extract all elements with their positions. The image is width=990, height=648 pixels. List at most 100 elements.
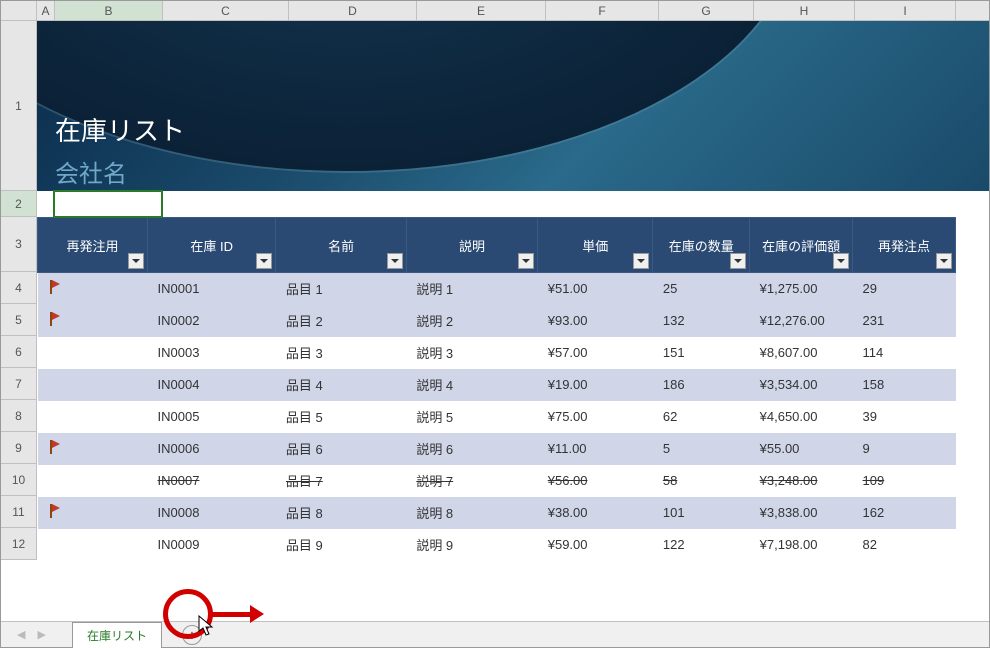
table-row[interactable]: IN0004品目 4説明 4¥19.00186¥3,534.00158 — [38, 369, 956, 401]
cell-reorder[interactable]: 158 — [853, 369, 956, 401]
cell-flag[interactable] — [38, 305, 148, 337]
cell-price[interactable]: ¥75.00 — [538, 401, 653, 433]
cell-flag[interactable] — [38, 529, 148, 561]
cell-id[interactable]: IN0007 — [148, 465, 276, 497]
filter-button[interactable] — [256, 253, 272, 269]
col-header-C[interactable]: C — [163, 1, 289, 20]
table-row[interactable]: IN0007品目 7説明 7¥56.0058¥3,248.00109 — [38, 465, 956, 497]
cell-price[interactable]: ¥56.00 — [538, 465, 653, 497]
cell-reorder[interactable]: 114 — [853, 337, 956, 369]
filter-button[interactable] — [833, 253, 849, 269]
row-header-2[interactable]: 2 — [1, 191, 37, 217]
cell-reorder[interactable]: 82 — [853, 529, 956, 561]
cell-id[interactable]: IN0008 — [148, 497, 276, 529]
row-header-4[interactable]: 4 — [1, 272, 37, 304]
cell-qty[interactable]: 186 — [653, 369, 750, 401]
col-header-H[interactable]: H — [754, 1, 855, 20]
cell-qty[interactable]: 5 — [653, 433, 750, 465]
sheet-tab-active[interactable]: 在庫リスト — [72, 622, 162, 648]
filter-button[interactable] — [730, 253, 746, 269]
filter-button[interactable] — [936, 253, 952, 269]
cell-value[interactable]: ¥55.00 — [750, 433, 853, 465]
table-row[interactable]: IN0003品目 3説明 3¥57.00151¥8,607.00114 — [38, 337, 956, 369]
table-header[interactable]: 名前 — [276, 218, 406, 273]
cell-flag[interactable] — [38, 465, 148, 497]
table-row[interactable]: IN0005品目 5説明 5¥75.0062¥4,650.0039 — [38, 401, 956, 433]
cell-desc[interactable]: 説明 6 — [406, 433, 537, 465]
cell-value[interactable]: ¥3,838.00 — [750, 497, 853, 529]
col-header-E[interactable]: E — [417, 1, 546, 20]
table-header[interactable]: 単価 — [538, 218, 653, 273]
table-row[interactable]: IN0008品目 8説明 8¥38.00101¥3,838.00162 — [38, 497, 956, 529]
row-header-9[interactable]: 9 — [1, 432, 37, 464]
active-cell-outline[interactable] — [53, 190, 163, 218]
row-header-6[interactable]: 6 — [1, 336, 37, 368]
cell-qty[interactable]: 58 — [653, 465, 750, 497]
cell-flag[interactable] — [38, 273, 148, 305]
cell-value[interactable]: ¥3,534.00 — [750, 369, 853, 401]
cell-flag[interactable] — [38, 497, 148, 529]
col-header-A[interactable]: A — [37, 1, 55, 20]
cell-value[interactable]: ¥12,276.00 — [750, 305, 853, 337]
cell-flag[interactable] — [38, 337, 148, 369]
cell-flag[interactable] — [38, 369, 148, 401]
cell-price[interactable]: ¥93.00 — [538, 305, 653, 337]
table-row[interactable]: IN0009品目 9説明 9¥59.00122¥7,198.0082 — [38, 529, 956, 561]
table-header[interactable]: 再発注用 — [38, 218, 148, 273]
cell-value[interactable]: ¥4,650.00 — [750, 401, 853, 433]
cell-reorder[interactable]: 162 — [853, 497, 956, 529]
table-row[interactable]: IN0002品目 2説明 2¥93.00132¥12,276.00231 — [38, 305, 956, 337]
cell-name[interactable]: 品目 2 — [276, 305, 406, 337]
col-header-D[interactable]: D — [289, 1, 417, 20]
cell-name[interactable]: 品目 8 — [276, 497, 406, 529]
cell-name[interactable]: 品目 7 — [276, 465, 406, 497]
row-header-10[interactable]: 10 — [1, 464, 37, 496]
cell-reorder[interactable]: 109 — [853, 465, 956, 497]
table-header[interactable]: 説明 — [406, 218, 537, 273]
cell-price[interactable]: ¥19.00 — [538, 369, 653, 401]
cell-id[interactable]: IN0002 — [148, 305, 276, 337]
cell-name[interactable]: 品目 1 — [276, 273, 406, 305]
table-row[interactable]: IN0006品目 6説明 6¥11.005¥55.009 — [38, 433, 956, 465]
cell-reorder[interactable]: 29 — [853, 273, 956, 305]
cell-id[interactable]: IN0009 — [148, 529, 276, 561]
cell-desc[interactable]: 説明 1 — [406, 273, 537, 305]
row-header-5[interactable]: 5 — [1, 304, 37, 336]
cell-price[interactable]: ¥57.00 — [538, 337, 653, 369]
tab-nav-next-icon[interactable]: ▶ — [31, 628, 51, 641]
cell-desc[interactable]: 説明 8 — [406, 497, 537, 529]
cell-price[interactable]: ¥51.00 — [538, 273, 653, 305]
cell-id[interactable]: IN0004 — [148, 369, 276, 401]
filter-button[interactable] — [633, 253, 649, 269]
cell-desc[interactable]: 説明 4 — [406, 369, 537, 401]
cell-id[interactable]: IN0001 — [148, 273, 276, 305]
cell-flag[interactable] — [38, 433, 148, 465]
table-header[interactable]: 再発注点 — [853, 218, 956, 273]
cell-desc[interactable]: 説明 5 — [406, 401, 537, 433]
cell-value[interactable]: ¥8,607.00 — [750, 337, 853, 369]
row-header-11[interactable]: 11 — [1, 496, 37, 528]
cell-name[interactable]: 品目 3 — [276, 337, 406, 369]
cell-reorder[interactable]: 39 — [853, 401, 956, 433]
filter-button[interactable] — [128, 253, 144, 269]
row-header-1[interactable]: 1 — [1, 21, 37, 191]
cell-qty[interactable]: 101 — [653, 497, 750, 529]
row-header-12[interactable]: 12 — [1, 528, 37, 560]
cell-price[interactable]: ¥11.00 — [538, 433, 653, 465]
cell-desc[interactable]: 説明 9 — [406, 529, 537, 561]
table-header[interactable]: 在庫 ID — [148, 218, 276, 273]
cell-value[interactable]: ¥7,198.00 — [750, 529, 853, 561]
col-header-G[interactable]: G — [659, 1, 754, 20]
tab-nav-prev-icon[interactable]: ◀ — [11, 628, 31, 641]
col-header-B[interactable]: B — [55, 1, 163, 20]
cell-qty[interactable]: 25 — [653, 273, 750, 305]
cell-flag[interactable] — [38, 401, 148, 433]
cell-value[interactable]: ¥1,275.00 — [750, 273, 853, 305]
col-header-I[interactable]: I — [855, 1, 956, 20]
cell-name[interactable]: 品目 9 — [276, 529, 406, 561]
filter-button[interactable] — [387, 253, 403, 269]
select-all-corner[interactable] — [1, 1, 37, 20]
cell-name[interactable]: 品目 5 — [276, 401, 406, 433]
cell-qty[interactable]: 132 — [653, 305, 750, 337]
row-header-7[interactable]: 7 — [1, 368, 37, 400]
